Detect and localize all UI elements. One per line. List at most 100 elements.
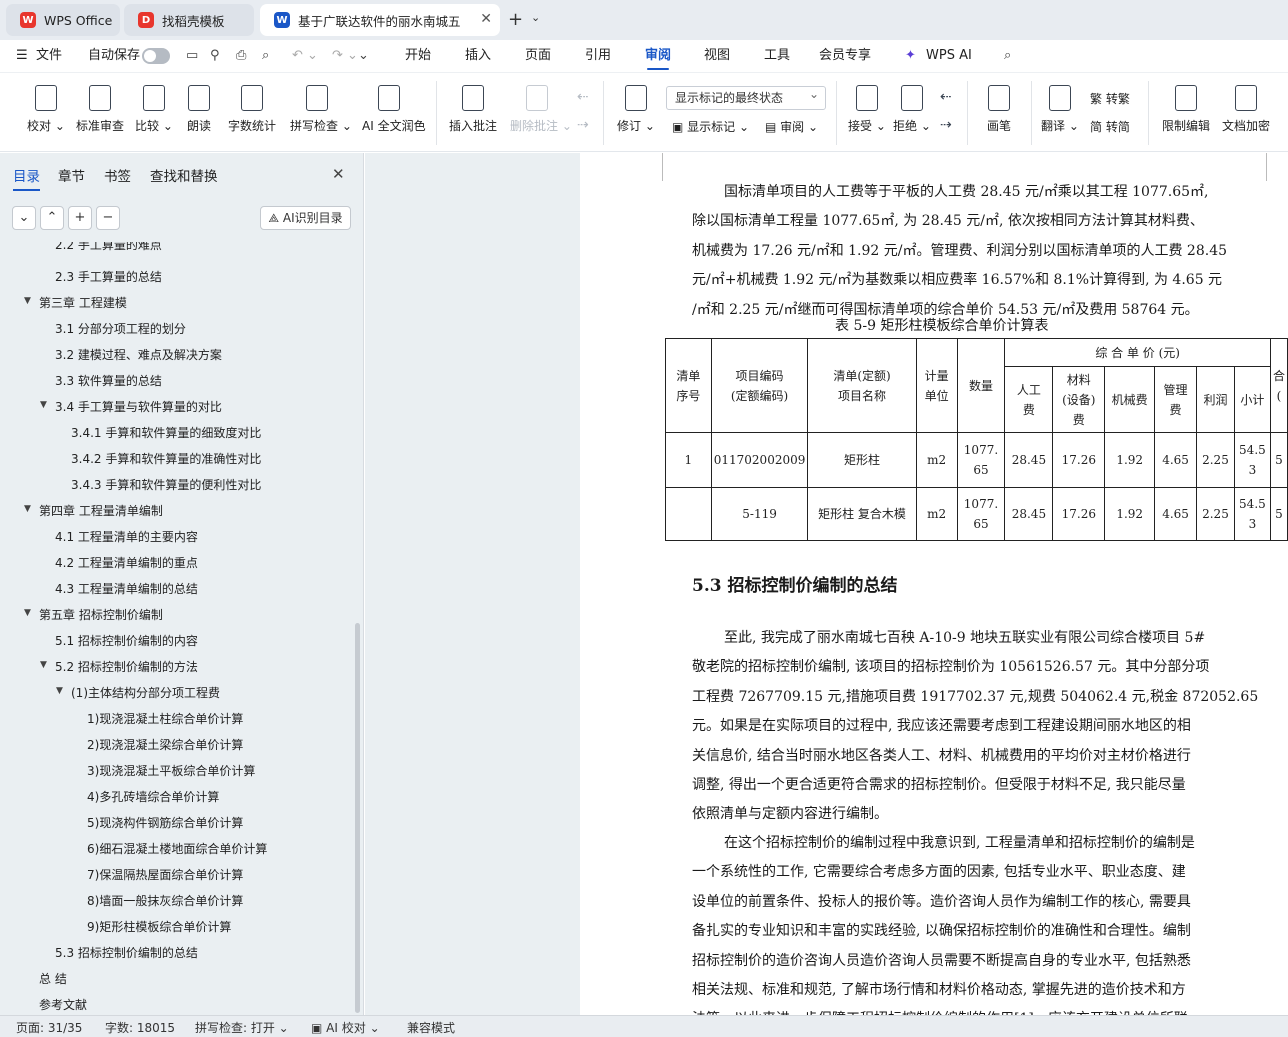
- collapse-caret-icon[interactable]: ▼: [24, 296, 31, 306]
- toc-item[interactable]: 5)现浇构件钢筋综合单价计算: [87, 814, 243, 831]
- prev-change-icon[interactable]: ⇠: [940, 89, 952, 105]
- toc-item[interactable]: 3.4.3 手算和软件算量的便利性对比: [71, 476, 261, 493]
- undo-icon[interactable]: ↶ ⌄: [292, 40, 318, 72]
- toc-item[interactable]: 3.4.2 手算和软件算量的准确性对比: [71, 450, 261, 467]
- toc-item[interactable]: 3.2 建模过程、难点及解决方案: [55, 346, 222, 363]
- new-tab-plus-icon[interactable]: +: [508, 9, 523, 30]
- tab-document[interactable]: W 基于广联达软件的丽水南城五 ✕: [260, 4, 500, 36]
- prev-comment-icon[interactable]: ⇠: [577, 89, 589, 105]
- collapse-caret-icon[interactable]: ▼: [56, 686, 63, 696]
- show-markup-button[interactable]: ▣ 显示标记 ⌄: [672, 118, 749, 135]
- toc-item[interactable]: 总 结: [39, 970, 67, 987]
- panel-scrollbar[interactable]: [355, 623, 360, 1013]
- spell-check-status[interactable]: 拼写检查: 打开 ⌄: [195, 1019, 289, 1036]
- toc-item[interactable]: 7)保温隔热屋面综合单价计算: [87, 866, 243, 883]
- close-panel-icon[interactable]: ✕: [332, 165, 345, 183]
- close-tab-icon[interactable]: ✕: [480, 11, 492, 27]
- toc-item[interactable]: 第三章 工程建模: [39, 294, 127, 311]
- add-heading-icon[interactable]: +: [68, 206, 92, 230]
- collapse-up-icon[interactable]: ⌃: [40, 206, 64, 230]
- toc-item[interactable]: (1)主体结构分部分项工程费: [71, 684, 220, 701]
- ai-proofread-status[interactable]: ▣ AI 校对 ⌄: [311, 1019, 380, 1036]
- markup-state-select[interactable]: 显示标记的最终状态: [666, 83, 826, 110]
- tab-list-chevron-icon[interactable]: ⌄: [531, 11, 540, 24]
- collapse-caret-icon[interactable]: ▼: [40, 400, 47, 410]
- toc-item[interactable]: 4.3 工程量清单编制的总结: [55, 580, 198, 597]
- to-simplified-button[interactable]: 简 转简: [1090, 118, 1130, 135]
- reject-button[interactable]: 拒绝 ⌄: [885, 79, 939, 134]
- toc-item[interactable]: 5.3 招标控制价编制的总结: [55, 944, 198, 961]
- menu-file[interactable]: 文件: [36, 40, 62, 72]
- toc-item[interactable]: 2.2 手工算量的难点: [55, 242, 162, 253]
- print-icon[interactable]: ⎙: [236, 40, 246, 72]
- toc-item[interactable]: 1)现浇混凝土柱综合单价计算: [87, 710, 243, 727]
- next-comment-icon[interactable]: ⇢: [577, 117, 589, 133]
- menu-review[interactable]: 审阅: [645, 40, 671, 72]
- redo-icon[interactable]: ↷ ⌄: [332, 40, 358, 72]
- proofread-button[interactable]: 校对 ⌄: [19, 79, 73, 134]
- translate-button[interactable]: 翻译 ⌄: [1033, 79, 1087, 134]
- menu-wps-ai[interactable]: WPS AI: [926, 40, 972, 72]
- page-indicator[interactable]: 页面: 31/35: [16, 1019, 82, 1036]
- tab-docer-templates[interactable]: D 找稻壳模板: [124, 4, 254, 36]
- toc-item[interactable]: 3.1 分部分项工程的划分: [55, 320, 186, 337]
- expand-down-icon[interactable]: ⌄: [12, 206, 36, 230]
- tab-bookmarks[interactable]: 书签: [104, 165, 131, 185]
- menu-view[interactable]: 视图: [704, 40, 730, 72]
- toc-item[interactable]: 2)现浇混凝土梁综合单价计算: [87, 736, 243, 753]
- restrict-editing-button[interactable]: 限制编辑: [1159, 79, 1213, 134]
- tab-find-replace[interactable]: 查找和替换: [150, 165, 218, 185]
- menu-insert[interactable]: 插入: [465, 40, 491, 72]
- tab-toc[interactable]: 目录: [13, 165, 40, 191]
- toc-item[interactable]: 4)多孔砖墙综合单价计算: [87, 788, 219, 805]
- read-aloud-button[interactable]: 朗读: [172, 79, 226, 134]
- search-icon[interactable]: ⌕: [1004, 40, 1011, 72]
- menu-tools[interactable]: 工具: [764, 40, 790, 72]
- toc-item[interactable]: 3)现浇混凝土平板综合单价计算: [87, 762, 255, 779]
- toc-item[interactable]: 2.3 手工算量的总结: [55, 268, 162, 285]
- toc-item[interactable]: 3.4 手工算量与软件算量的对比: [55, 398, 222, 415]
- toc-item[interactable]: 4.2 工程量清单编制的重点: [55, 554, 198, 571]
- ai-polish-button[interactable]: AI 全文润色: [362, 79, 426, 134]
- collapse-caret-icon[interactable]: ▼: [40, 660, 47, 670]
- menu-home[interactable]: 开始: [405, 40, 431, 72]
- toc-item[interactable]: 第五章 招标控制价编制: [39, 606, 163, 623]
- encrypt-document-button[interactable]: 文档加密: [1219, 79, 1273, 134]
- print-preview-icon[interactable]: ⌕: [262, 40, 269, 72]
- ai-toc-button[interactable]: ⟁ AI识别目录: [260, 206, 351, 230]
- save-icon[interactable]: ▭: [186, 40, 198, 72]
- next-change-icon[interactable]: ⇢: [940, 117, 952, 133]
- word-count-button[interactable]: 字数统计: [225, 79, 279, 134]
- toc-item[interactable]: 5.2 招标控制价编制的方法: [55, 658, 198, 675]
- toc-item[interactable]: 3.3 软件算量的总结: [55, 372, 162, 389]
- menu-references[interactable]: 引用: [585, 40, 611, 72]
- autosave-toggle[interactable]: [142, 48, 170, 64]
- more-chevron-icon[interactable]: ⌄: [358, 40, 369, 72]
- hamburger-icon[interactable]: ☰: [16, 40, 28, 72]
- track-changes-button[interactable]: 修订 ⌄: [609, 79, 663, 134]
- pen-button[interactable]: 画笔: [972, 79, 1026, 134]
- delete-comment-button[interactable]: 删除批注 ⌄: [510, 79, 572, 134]
- collapse-caret-icon[interactable]: ▼: [24, 608, 31, 618]
- word-count-status[interactable]: 字数: 18015: [105, 1019, 175, 1036]
- collapse-caret-icon[interactable]: ▼: [24, 504, 31, 514]
- standard-review-button[interactable]: 标准审查: [73, 79, 127, 134]
- review-pane-button[interactable]: ▤ 审阅 ⌄: [765, 118, 818, 135]
- menu-page[interactable]: 页面: [525, 40, 551, 72]
- insert-comment-button[interactable]: 插入批注: [446, 79, 500, 134]
- toc-item[interactable]: 3.4.1 手算和软件算量的细致度对比: [71, 424, 261, 441]
- menu-member[interactable]: 会员专享: [819, 40, 871, 72]
- tab-wps-office[interactable]: W WPS Office: [6, 4, 120, 36]
- share-icon[interactable]: ⚲: [210, 40, 220, 72]
- toc-item[interactable]: 8)墙面一般抹灰综合单价计算: [87, 892, 243, 909]
- toc-item[interactable]: 4.1 工程量清单的主要内容: [55, 528, 198, 545]
- remove-heading-icon[interactable]: −: [96, 206, 120, 230]
- spell-check-button[interactable]: 拼写检查 ⌄: [290, 79, 352, 134]
- toc-item[interactable]: 6)细石混凝土楼地面综合单价计算: [87, 840, 267, 857]
- toc-item[interactable]: 9)矩形柱模板综合单价计算: [87, 918, 231, 935]
- tab-chapters[interactable]: 章节: [58, 165, 85, 185]
- to-traditional-button[interactable]: 繁 转繁: [1090, 90, 1130, 107]
- toc-item[interactable]: 5.1 招标控制价编制的内容: [55, 632, 198, 649]
- toc-item[interactable]: 参考文献: [39, 996, 87, 1013]
- toc-item[interactable]: 第四章 工程量清单编制: [39, 502, 163, 519]
